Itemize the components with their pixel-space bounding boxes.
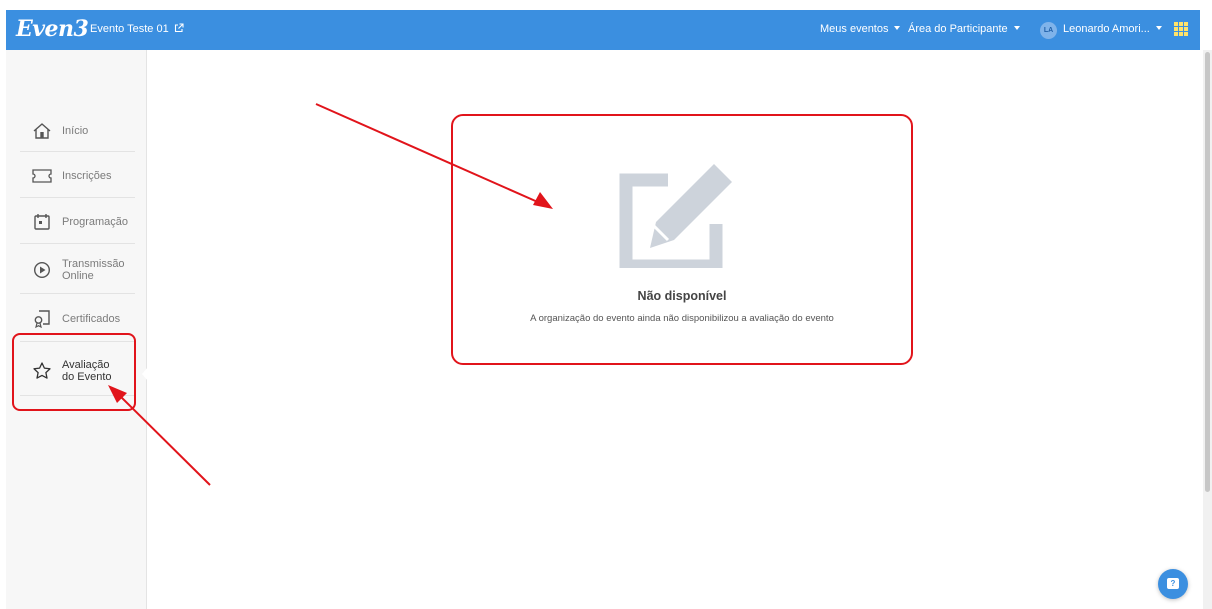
annotation-arrow-line bbox=[315, 103, 541, 204]
annotation-arrow-head bbox=[533, 192, 553, 209]
app-window: Even3 Evento Teste 01 Meus eventos Área … bbox=[0, 0, 1212, 609]
help-chat-button[interactable]: ? bbox=[1158, 569, 1188, 599]
annotation-arrow-line bbox=[117, 393, 211, 486]
chat-bubble-icon: ? bbox=[1167, 578, 1179, 589]
annotation-arrows bbox=[108, 103, 553, 486]
